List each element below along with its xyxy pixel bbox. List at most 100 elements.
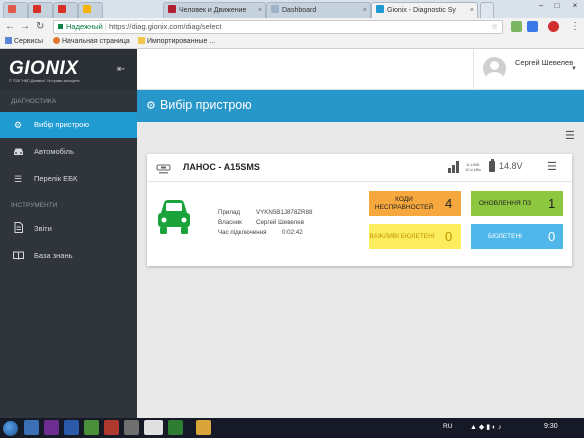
owner-value: Сергей Шевелев — [256, 219, 304, 226]
vehicle-card: ЛАНОС - A15SMS K-LINE 10,4 кб/с 14.8V ☰ … — [147, 154, 572, 266]
connection-time-value: 0:02:42 — [282, 229, 303, 236]
page-icon — [53, 37, 60, 44]
taskbar-app-icon[interactable] — [84, 420, 99, 435]
close-tab-icon[interactable]: × — [363, 3, 367, 18]
bookmark-services[interactable]: Сервисы — [5, 35, 43, 48]
sidebar-item-reports[interactable]: Звіти — [0, 216, 137, 242]
taskbar-app-icon[interactable] — [44, 420, 59, 435]
sidebar-item-knowledge-base[interactable]: База знань — [0, 243, 137, 269]
taskbar-clock: 9:30 — [544, 423, 558, 430]
card-menu-icon[interactable]: ☰ — [547, 160, 557, 173]
lock-icon — [58, 24, 63, 29]
new-tab-button[interactable] — [480, 2, 494, 18]
bookmarks-bar: Сервисы Начальная страница Импортированн… — [0, 35, 584, 49]
tab-favicon-icon — [168, 5, 176, 13]
back-icon[interactable]: ← — [5, 20, 15, 33]
main-content: ☰ ЛАНОС - A15SMS K-LINE 10,4 кб/с 14.8V … — [137, 122, 584, 418]
apps-icon — [5, 37, 12, 44]
browser-tabstrip: Человек и Движение × Dashboard × Gionix - … — [0, 0, 584, 18]
list-view-icon[interactable]: ☰ — [565, 129, 575, 142]
fault-codes-label: КОДИ НЕСПРАВНОСТЕЙ — [374, 195, 434, 211]
close-tab-icon[interactable]: × — [258, 3, 262, 18]
maximize-icon[interactable]: □ — [550, 0, 564, 12]
bookmark-imported[interactable]: Импортированные ... — [138, 35, 215, 48]
car-icon — [12, 139, 24, 165]
browser-toolbar: ← → ↻ Надежный | https://diag.gionix.com… — [0, 18, 584, 35]
gear-icon: ⚙ — [146, 100, 156, 112]
car-icon — [158, 200, 190, 234]
device-value: VYKN5B1J878ZR88 — [256, 209, 313, 216]
browser-tab[interactable]: Человек и Движение × — [163, 2, 266, 18]
book-icon — [12, 243, 24, 269]
connection-info: K-LINE 10,4 кб/с — [465, 162, 482, 172]
close-tab-icon[interactable]: × — [470, 3, 474, 18]
browser-tab[interactable]: Dashboard × — [266, 2, 371, 18]
page-title: Вибір пристрою — [160, 98, 252, 112]
logo-copyright: © ТОВ "НВП Дінамікс" Усі права захищено — [9, 79, 80, 83]
minimize-icon[interactable]: – — [534, 0, 548, 12]
chrome-taskbar-icon[interactable] — [144, 420, 163, 435]
extension-icon[interactable] — [548, 21, 559, 32]
language-indicator[interactable]: RU — [443, 423, 452, 430]
bulletins-tile[interactable]: БЮЛЕТЕНІ 0 — [471, 224, 563, 249]
sidebar-item-vehicle[interactable]: Автомобіль — [0, 139, 137, 165]
important-bulletins-tile[interactable]: ВАЖЛИВІ БЮЛЕТЕНІ 0 — [369, 224, 461, 249]
page-header: ⚙ Вибір пристрою — [137, 90, 584, 122]
gmail-icon — [58, 5, 66, 13]
taskbar-app-icon[interactable] — [64, 420, 79, 435]
browser-tab[interactable] — [3, 2, 28, 18]
logo-area: GIONIX © ТОВ "НВП Дінамікс" Усі права за… — [0, 49, 137, 90]
folder-taskbar-icon[interactable] — [196, 420, 211, 435]
user-name: Сергей Шевелев — [515, 58, 574, 67]
bookmark-start-page[interactable]: Начальная страница — [53, 35, 130, 48]
gmail-icon — [33, 5, 41, 13]
section-label-tools: ІНСТРУМЕНТИ — [11, 202, 58, 209]
vehicle-card-header: ЛАНОС - A15SMS K-LINE 10,4 кб/с 14.8V ☰ — [147, 154, 572, 182]
extension-icon[interactable] — [527, 21, 538, 32]
brand-logo-icon — [156, 164, 171, 174]
close-window-icon[interactable]: × — [568, 0, 582, 12]
taskbar-app-icon[interactable] — [168, 420, 183, 435]
tab-favicon-icon — [8, 5, 16, 13]
important-bulletins-label: ВАЖЛИВІ БЮЛЕТЕНІ — [369, 232, 435, 240]
reload-icon[interactable]: ↻ — [36, 20, 44, 33]
vehicle-info: Прилад VYKN5B1J878ZR88 Власник Сергей Шеве… — [218, 208, 312, 238]
taskbar-app-icon[interactable] — [104, 420, 119, 435]
taskbar: RU ▲ ◆ ▮ ◐ ♪ 9:30 — [0, 418, 584, 438]
connection-time-label: Час підключення — [218, 229, 267, 236]
chevron-down-icon: ▼ — [571, 66, 577, 72]
browser-tab[interactable] — [28, 2, 53, 18]
vehicle-title: ЛАНОС - A15SMS — [183, 162, 260, 172]
important-bulletins-count: 0 — [445, 229, 453, 244]
taskbar-app-icon[interactable] — [124, 420, 139, 435]
voltage-readout: 14.8V — [499, 161, 523, 171]
star-icon[interactable]: ☆ — [491, 21, 498, 33]
browser-tab[interactable] — [53, 2, 78, 18]
software-updates-tile[interactable]: ОНОВЛЕННЯ ПЗ 1 — [471, 191, 563, 216]
tab-favicon-icon — [83, 5, 91, 13]
forward-icon[interactable]: → — [20, 20, 30, 33]
logo: GIONIX — [9, 58, 79, 79]
sidebar-item-device-select[interactable]: ⚙ Вибір пристрою — [0, 112, 137, 138]
software-updates-label: ОНОВЛЕННЯ ПЗ — [478, 199, 532, 207]
tab-favicon-icon — [271, 5, 279, 13]
address-bar[interactable]: Надежный | https://diag.gionix.com/diag/… — [53, 20, 503, 34]
list-icon: ☰ — [13, 174, 23, 184]
sidebar-item-ecu-list[interactable]: ☰ Перелік ЕБК — [0, 166, 137, 192]
fault-codes-tile[interactable]: КОДИ НЕСПРАВНОСТЕЙ 4 — [369, 191, 461, 216]
browser-menu-icon[interactable]: ⋮ — [570, 20, 580, 33]
fault-codes-count: 4 — [445, 196, 453, 211]
browser-tab-active[interactable]: Gionix - Diagnostic Sy × — [371, 2, 478, 18]
collapse-sidebar-icon[interactable]: ⇤ — [117, 64, 125, 75]
bulletins-count: 0 — [548, 229, 556, 244]
top-bar: Сергей Шевелев ▼ — [137, 49, 584, 90]
user-menu[interactable]: Сергей Шевелев ▼ — [473, 49, 584, 90]
extension-icon[interactable] — [511, 21, 522, 32]
taskbar-app-icon[interactable] — [24, 420, 39, 435]
owner-label: Власник — [218, 219, 242, 226]
browser-tab[interactable] — [78, 2, 103, 18]
tray-icons[interactable]: ▲ ◆ ▮ ◐ ♪ — [470, 423, 502, 431]
avatar — [483, 57, 506, 80]
battery-icon — [489, 159, 495, 172]
start-button[interactable] — [3, 421, 18, 436]
